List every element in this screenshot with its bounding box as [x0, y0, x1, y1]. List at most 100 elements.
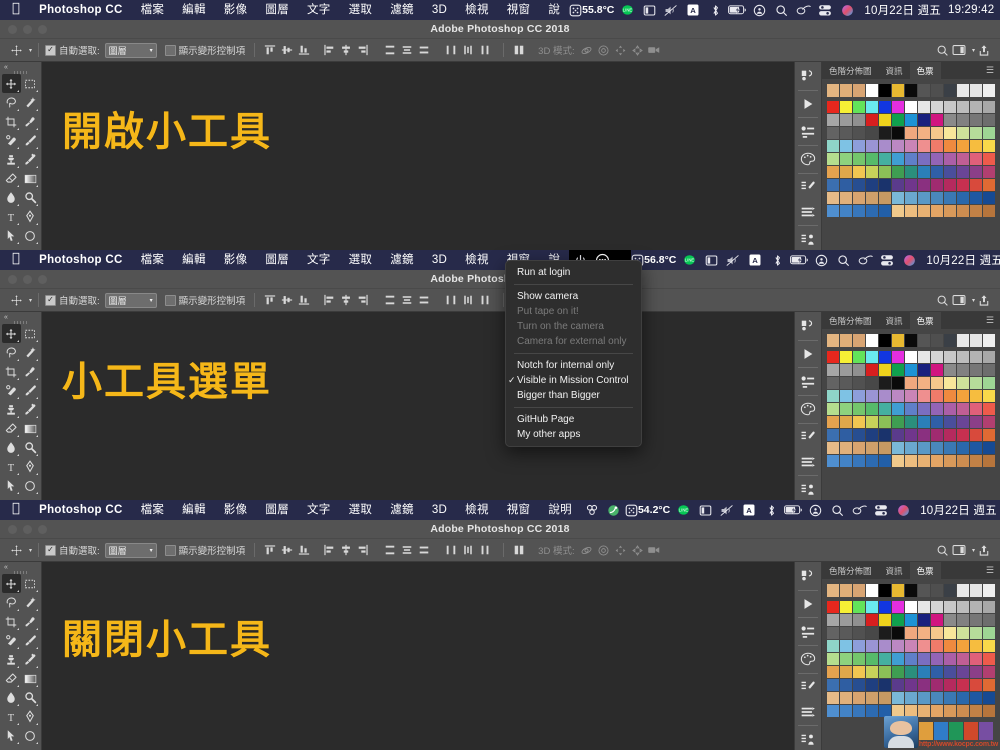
color-swatch[interactable]: [957, 666, 969, 678]
color-swatch[interactable]: [905, 205, 917, 217]
color-swatch[interactable]: [957, 653, 969, 665]
menu-filter[interactable]: 濾鏡: [381, 0, 423, 20]
quick-selection-tool[interactable]: [21, 343, 40, 362]
color-swatch[interactable]: [970, 455, 982, 467]
menu-item-show-camera[interactable]: Show camera: [506, 289, 641, 304]
recent-color-swatch[interactable]: [840, 84, 852, 97]
apple-menu-icon[interactable]: : [6, 500, 30, 519]
color-swatch[interactable]: [827, 101, 839, 113]
menu-3d[interactable]: 3D: [423, 250, 456, 270]
lasso-tool[interactable]: [2, 93, 21, 112]
workspace-chevron-down-icon[interactable]: ▾: [968, 297, 975, 304]
color-swatch[interactable]: [931, 101, 943, 113]
color-swatch[interactable]: [918, 416, 930, 428]
menu-edit[interactable]: 編輯: [173, 0, 215, 20]
lasso-tool[interactable]: [2, 343, 21, 362]
color-swatch[interactable]: [892, 403, 904, 415]
color-swatch[interactable]: [879, 442, 891, 454]
clipboard-icon[interactable]: [792, 0, 814, 20]
color-swatch[interactable]: [879, 601, 891, 613]
color-swatch[interactable]: [983, 416, 995, 428]
color-swatch[interactable]: [840, 705, 852, 717]
color-swatch[interactable]: [957, 416, 969, 428]
blur-tool[interactable]: [2, 438, 21, 457]
distribute-v-buttons[interactable]: [381, 39, 432, 61]
color-picker-icon[interactable]: [795, 314, 821, 339]
color-swatch[interactable]: [983, 455, 995, 467]
align-top-edges-icon[interactable]: [261, 292, 278, 309]
color-swatch[interactable]: [879, 166, 891, 178]
menu-window[interactable]: 視窗: [498, 500, 540, 520]
show-transform-checkbox[interactable]: ✓: [164, 294, 176, 306]
bluetooth-icon[interactable]: [704, 0, 726, 20]
color-swatch[interactable]: [918, 455, 930, 467]
color-swatch[interactable]: [853, 692, 865, 704]
align-vertical-centers-icon[interactable]: [278, 292, 295, 309]
recent-color-swatch[interactable]: [853, 584, 865, 597]
color-swatch[interactable]: [983, 114, 995, 126]
recent-color-swatch[interactable]: [931, 334, 943, 347]
color-swatch[interactable]: [827, 205, 839, 217]
brush-settings-icon[interactable]: [795, 175, 821, 200]
color-swatch[interactable]: [918, 205, 930, 217]
rectangular-marquee-tool[interactable]: [21, 574, 40, 593]
menu-image[interactable]: 影像: [215, 250, 257, 270]
tab-histogram[interactable]: 色階分佈圖: [822, 562, 879, 579]
color-swatch[interactable]: [983, 166, 995, 178]
clone-stamp-tool[interactable]: [2, 400, 21, 419]
color-swatch[interactable]: [892, 416, 904, 428]
recent-color-swatch[interactable]: [827, 84, 839, 97]
color-swatch[interactable]: [944, 351, 956, 363]
menu-select[interactable]: 選取: [340, 0, 382, 20]
recent-color-swatch[interactable]: [957, 584, 969, 597]
dodge-tool[interactable]: [21, 188, 40, 207]
apple-menu-icon[interactable]: : [6, 0, 30, 19]
color-swatch[interactable]: [892, 601, 904, 613]
color-swatch[interactable]: [905, 627, 917, 639]
auto-select-group[interactable]: ✓ 自動選取: 圖層 ▾: [45, 539, 157, 561]
sliders-icon[interactable]: [795, 200, 821, 225]
line-messenger-icon[interactable]: LINE: [616, 0, 638, 20]
color-swatch[interactable]: [944, 101, 956, 113]
split-view-icon[interactable]: [638, 0, 660, 20]
color-swatch[interactable]: [879, 640, 891, 652]
color-swatch[interactable]: [866, 429, 878, 441]
color-swatch[interactable]: [827, 692, 839, 704]
volume-mute-icon[interactable]: [722, 250, 744, 270]
color-swatch[interactable]: [970, 403, 982, 415]
distribute-right-edges-icon[interactable]: [476, 42, 493, 59]
path-selection-tool[interactable]: [2, 476, 21, 495]
color-swatch[interactable]: [840, 390, 852, 402]
color-swatch[interactable]: [866, 455, 878, 467]
color-swatch[interactable]: [944, 416, 956, 428]
color-swatch[interactable]: [983, 205, 995, 217]
adjustments-icon[interactable]: [795, 369, 821, 394]
color-swatch[interactable]: [827, 679, 839, 691]
distribute-horizontal-centers-icon[interactable]: [459, 292, 476, 309]
recent-color-swatch[interactable]: [905, 84, 917, 97]
color-swatch[interactable]: [931, 429, 943, 441]
menubar-date[interactable]: 10月22日 週五: [914, 502, 1000, 518]
color-swatch[interactable]: [827, 601, 839, 613]
tools-panel-1[interactable]: « T: [0, 62, 42, 250]
color-swatch[interactable]: [879, 364, 891, 376]
icon-rail-2[interactable]: [794, 312, 821, 500]
swatches-palette-icon[interactable]: [795, 147, 821, 172]
color-swatch[interactable]: [827, 127, 839, 139]
distribute-right-edges-icon[interactable]: [476, 292, 493, 309]
color-swatch[interactable]: [983, 429, 995, 441]
menu-view[interactable]: 檢視: [456, 500, 498, 520]
search-icon[interactable]: [934, 542, 951, 559]
color-swatch[interactable]: [983, 614, 995, 626]
spotlight-search-icon[interactable]: [826, 500, 848, 520]
color-swatch[interactable]: [892, 101, 904, 113]
battery-charging-icon[interactable]: [782, 500, 804, 520]
color-swatch[interactable]: [840, 416, 852, 428]
show-transform-checkbox[interactable]: ✓: [164, 544, 176, 556]
collapse-chevrons-icon[interactable]: «: [0, 314, 41, 321]
color-swatch[interactable]: [983, 364, 995, 376]
auto-select-dropdown[interactable]: 圖層 ▾: [104, 542, 157, 558]
color-swatch[interactable]: [944, 679, 956, 691]
color-swatch[interactable]: [970, 205, 982, 217]
color-swatch[interactable]: [905, 166, 917, 178]
